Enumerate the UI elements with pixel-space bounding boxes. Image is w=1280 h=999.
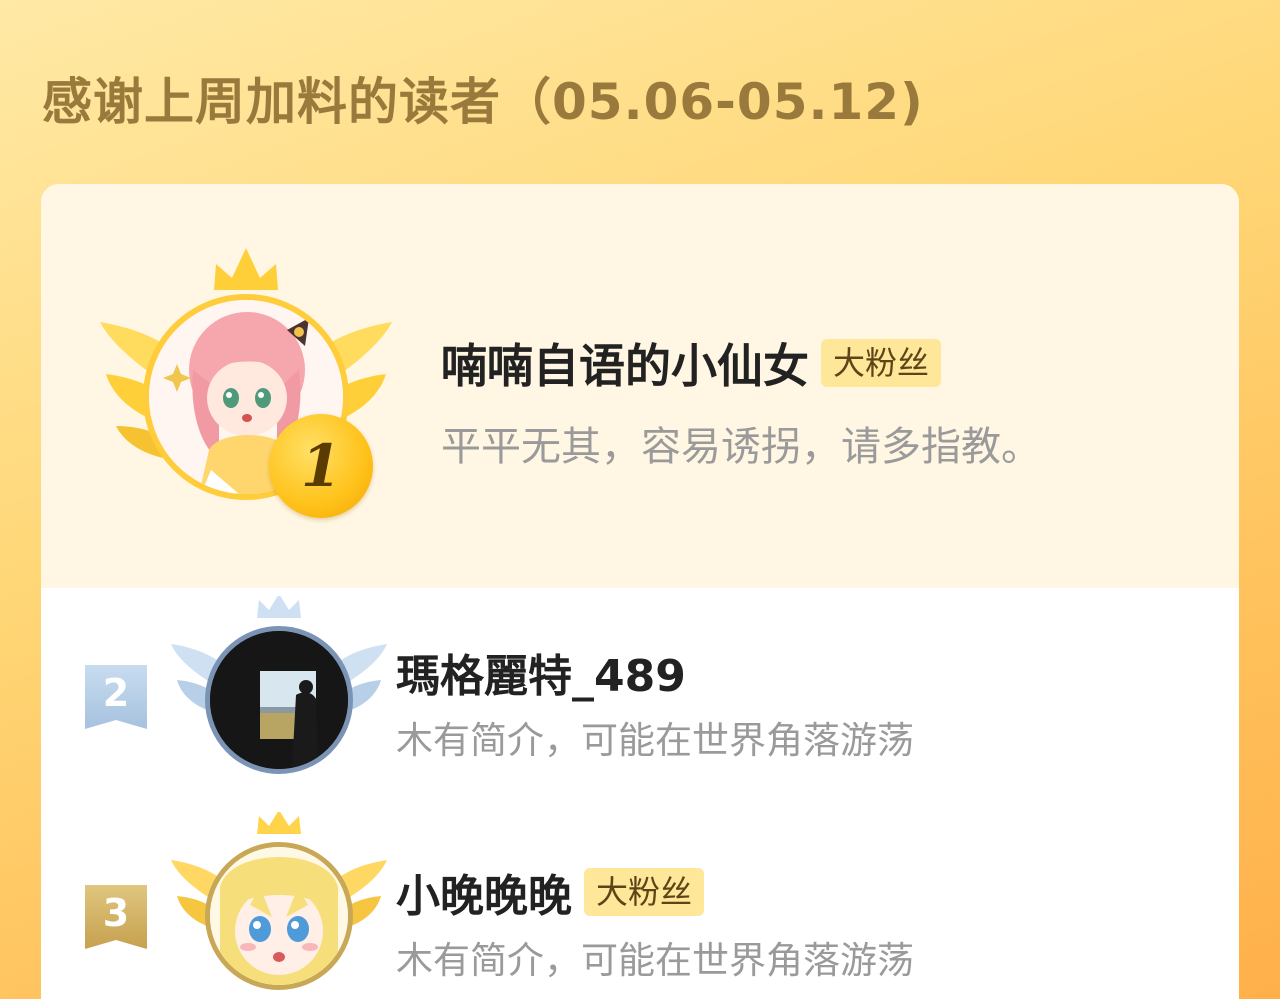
reader-3-info: 小晚晚晚 大粉丝 木有简介，可能在世界角落游荡 <box>396 860 914 984</box>
reader-2-name[interactable]: 瑪格麗特_489 <box>396 640 914 704</box>
reader-2-bio: 木有简介，可能在世界角落游荡 <box>396 719 914 762</box>
reader-1-name[interactable]: 喃喃自语的小仙女 <box>441 330 809 396</box>
reader-1-fan-badge: 大粉丝 <box>821 339 942 387</box>
reader-ranking-card: 1 喃喃自语的小仙女 大粉丝 平平无其，容易诱拐，请多指教。 2 瑪格麗特_48… <box>41 184 1239 999</box>
silhouette-window-avatar-icon <box>210 631 348 769</box>
anime-girl-blonde-avatar-icon <box>210 847 348 985</box>
reader-1-info: 喃喃自语的小仙女 大粉丝 平平无其，容易诱拐，请多指教。 <box>441 330 1041 472</box>
rank-1-avatar-frame[interactable]: 1 <box>96 244 396 524</box>
reader-3-name[interactable]: 小晚晚晚 <box>396 860 572 924</box>
rank-2-flag: 2 <box>85 665 147 729</box>
reader-3-bio: 木有简介，可能在世界角落游荡 <box>396 939 914 982</box>
top-reader-section[interactable]: 1 喃喃自语的小仙女 大粉丝 平平无其，容易诱拐，请多指教。 <box>41 184 1239 588</box>
reader-2-avatar[interactable] <box>205 626 353 774</box>
rank-2-avatar-frame[interactable] <box>169 596 389 796</box>
reader-3-fan-badge: 大粉丝 <box>584 868 705 916</box>
reader-3-avatar[interactable] <box>205 842 353 990</box>
rank-3-avatar-frame[interactable] <box>169 812 389 999</box>
reader-1-bio: 平平无其，容易诱拐，请多指教。 <box>441 424 1041 470</box>
page-title: 感谢上周加料的读者（05.06-05.12) <box>42 73 924 131</box>
reader-2-info: 瑪格麗特_489 木有简介，可能在世界角落游荡 <box>396 640 914 764</box>
rank-3-flag: 3 <box>85 885 147 949</box>
rank-1-medal: 1 <box>269 414 373 518</box>
